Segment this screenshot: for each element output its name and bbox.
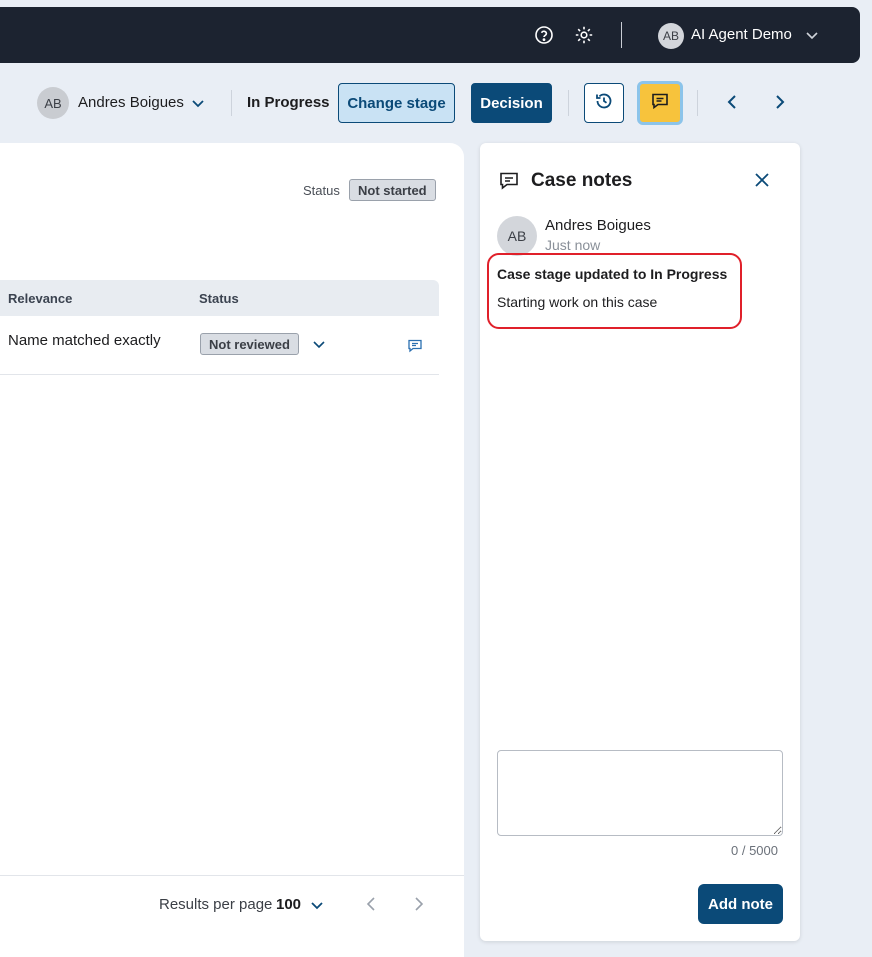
add-note-button[interactable]: Add note (698, 884, 783, 924)
top-navigation-bar: AB AI Agent Demo (0, 7, 860, 63)
note-heading: Case stage updated to In Progress (497, 266, 728, 282)
results-per-page-label: Results per page (159, 896, 273, 913)
decision-button[interactable]: Decision (471, 83, 552, 123)
header-divider (568, 90, 569, 116)
comment-icon (498, 170, 520, 197)
assignee-avatar[interactable]: AB (37, 87, 69, 119)
chevron-down-icon[interactable] (804, 27, 820, 48)
gear-icon[interactable] (573, 24, 595, 46)
user-avatar[interactable]: AB (658, 23, 684, 49)
header-divider (231, 90, 232, 116)
case-stage: In Progress (247, 94, 330, 111)
status-label: Status (303, 183, 340, 198)
footer-divider (0, 875, 464, 876)
close-icon[interactable] (752, 170, 772, 195)
table-cell-relevance: Name matched exactly (8, 332, 161, 349)
results-per-page-select[interactable]: 100 (276, 896, 301, 913)
history-button[interactable] (584, 83, 624, 123)
note-input[interactable] (497, 750, 783, 836)
column-header-status[interactable]: Status (199, 291, 239, 306)
chevron-down-icon[interactable] (190, 95, 206, 116)
chevron-left-icon[interactable] (722, 92, 742, 117)
main-content-card (0, 143, 464, 957)
column-header-relevance[interactable]: Relevance (8, 291, 72, 306)
character-count: 0 / 5000 (731, 843, 778, 858)
note-author-avatar: AB (497, 216, 537, 256)
chevron-left-icon[interactable] (362, 895, 380, 918)
assignee-name[interactable]: Andres Boigues (78, 94, 184, 111)
history-icon (594, 91, 614, 115)
help-circle-icon[interactable] (533, 24, 555, 46)
topbar-divider (621, 22, 622, 48)
chevron-down-icon[interactable] (311, 336, 327, 357)
comment-icon (650, 91, 670, 115)
comment-icon[interactable] (407, 338, 423, 359)
notes-title: Case notes (531, 170, 633, 191)
note-highlight-outline (487, 253, 742, 329)
chevron-right-icon[interactable] (770, 92, 790, 117)
chevron-down-icon[interactable] (309, 897, 325, 918)
chevron-right-icon[interactable] (410, 895, 428, 918)
change-stage-button[interactable]: Change stage (338, 83, 455, 123)
note-timestamp: Just now (545, 237, 601, 253)
status-badge: Not started (349, 179, 436, 201)
user-name[interactable]: AI Agent Demo (691, 26, 792, 43)
header-divider (697, 90, 698, 116)
row-status-badge: Not reviewed (200, 333, 299, 355)
table-row-divider (0, 374, 439, 375)
note-body: Starting work on this case (497, 294, 658, 310)
case-notes-button[interactable] (637, 81, 683, 125)
note-author: Andres Boigues (545, 217, 651, 234)
